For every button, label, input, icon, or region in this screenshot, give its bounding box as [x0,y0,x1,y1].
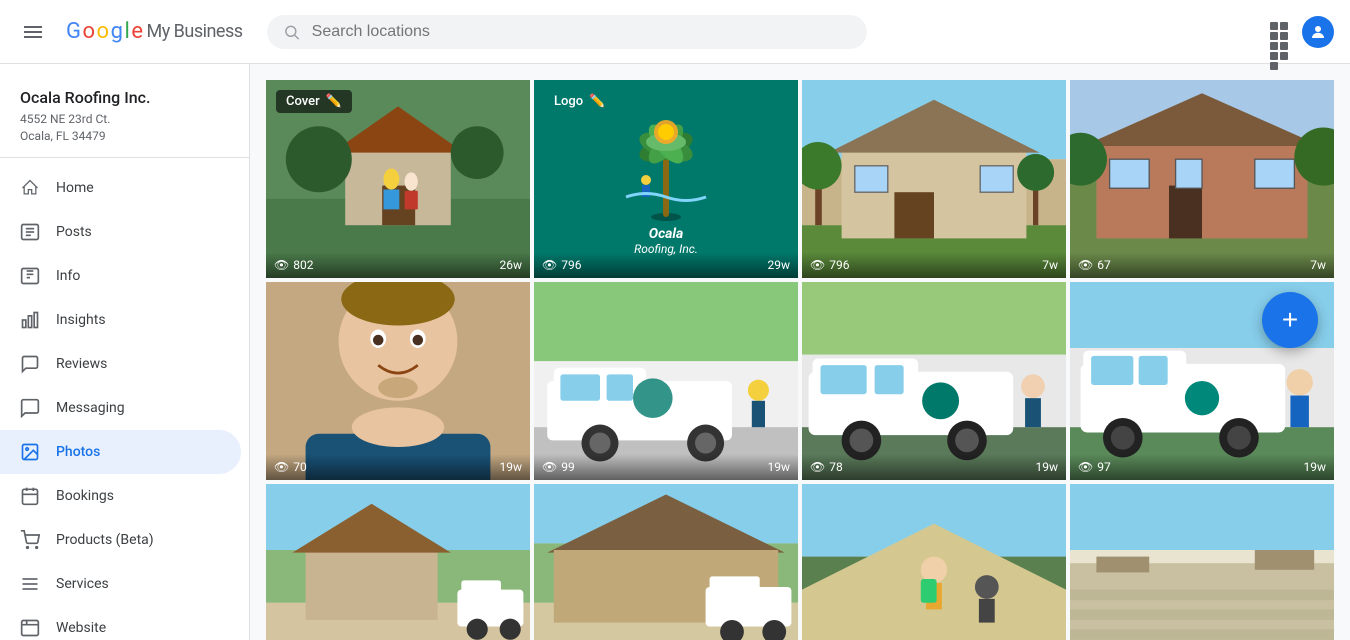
house1-views: 👁 796 [810,258,849,272]
truck3-age: 19w [1303,460,1326,474]
photo-house2[interactable]: 👁 67 7w [1070,80,1334,278]
sidebar-item-photos[interactable]: Photos [0,430,241,474]
sidebar-item-label-posts: Posts [56,224,92,240]
sidebar-item-label-services: Services [56,576,109,592]
bookings-icon [20,486,40,506]
google-logo: Google My Business [66,19,243,44]
person-views: 👁 70 [274,460,307,474]
logo-badge[interactable]: Logo ✏️ [544,90,615,113]
photo-house1[interactable]: 👁 796 7w [802,80,1066,278]
photo-truck1[interactable]: 👁 99 19w [534,282,798,480]
truck2-overlay: 👁 78 19w [802,454,1066,480]
photo-cover[interactable]: Cover ✏️ 👁 802 26w [266,80,530,278]
sidebar-item-website[interactable]: Website [0,606,241,640]
logo-views: 👁 796 [542,258,581,272]
photo-roof4[interactable] [1070,484,1334,640]
posts-icon [20,222,40,242]
house1-art [802,80,1066,278]
logo-overlay: 👁 796 29w [534,252,798,278]
search-input[interactable] [312,23,851,41]
home-icon [20,178,40,198]
house2-overlay: 👁 67 7w [1070,252,1334,278]
sidebar-item-label-website: Website [56,620,106,636]
apps-icon[interactable] [1270,22,1290,42]
search-icon [283,23,300,41]
photos-content: Cover ✏️ 👁 802 26w [250,64,1350,640]
truck3-views: 👁 97 [1078,460,1111,474]
photos-icon [20,442,40,462]
truck2-art [802,282,1066,480]
house1-overlay: 👁 796 7w [802,252,1066,278]
sidebar-item-label-insights: Insights [56,312,106,328]
cover-badge[interactable]: Cover ✏️ [276,90,352,113]
sidebar-item-info[interactable]: Info [0,254,241,298]
truck2-age: 19w [1035,460,1058,474]
sidebar-item-home[interactable]: Home [0,166,241,210]
website-icon [20,618,40,638]
truck1-age: 19w [767,460,790,474]
person-age: 19w [499,460,522,474]
sidebar-item-label-messaging: Messaging [56,400,125,416]
sidebar-item-label-home: Home [56,180,94,196]
photo-truck2[interactable]: 👁 78 19w [802,282,1066,480]
cover-age: 26w [499,258,522,272]
photo-roof3[interactable] [802,484,1066,640]
person-overlay: 👁 70 19w [266,454,530,480]
sidebar-item-reviews[interactable]: Reviews [0,342,241,386]
app-header: Google My Business [0,0,1350,64]
truck1-art [534,282,798,480]
sidebar-item-label-products: Products (Beta) [56,532,154,548]
messaging-icon [20,398,40,418]
products-icon [20,530,40,550]
hamburger-menu[interactable] [16,15,50,49]
person-art [266,282,530,480]
sidebar-item-label-info: Info [56,268,80,284]
main-layout: Ocala Roofing Inc. 4552 NE 23rd Ct. Ocal… [0,64,1350,640]
truck1-overlay: 👁 99 19w [534,454,798,480]
roof1-art [266,484,530,640]
house1-age: 7w [1042,258,1058,272]
services-icon [20,574,40,594]
sidebar-item-label-photos: Photos [56,444,100,460]
roof4-art [1070,484,1334,640]
header-actions [1270,16,1334,48]
business-address: 4552 NE 23rd Ct. Ocala, FL 34479 [20,111,229,145]
business-info: Ocala Roofing Inc. 4552 NE 23rd Ct. Ocal… [0,72,249,158]
roof3-art [802,484,1066,640]
photo-person[interactable]: 👁 70 19w [266,282,530,480]
sidebar-item-messaging[interactable]: Messaging [0,386,241,430]
house2-views: 👁 67 [1078,258,1111,272]
photo-roof1[interactable] [266,484,530,640]
reviews-icon [20,354,40,374]
sidebar-item-insights[interactable]: Insights [0,298,241,342]
logo-company-name: Ocala [634,226,698,242]
business-name: Ocala Roofing Inc. [20,88,229,107]
brand-name: My Business [146,21,242,42]
insights-icon [20,310,40,330]
photo-logo[interactable]: Ocala Roofing, Inc. Logo ✏️ 👁 796 29w [534,80,798,278]
cover-views: 👁 802 [274,258,313,272]
sidebar-item-bookings[interactable]: Bookings [0,474,241,518]
info-icon [20,266,40,286]
sidebar-item-posts[interactable]: Posts [0,210,241,254]
truck3-overlay: 👁 97 19w [1070,454,1334,480]
truck2-views: 👁 78 [810,460,843,474]
photo-roof2[interactable] [534,484,798,640]
add-photo-fab[interactable]: + [1262,292,1318,348]
photo-grid: Cover ✏️ 👁 802 26w [266,80,1334,640]
sidebar-item-label-reviews: Reviews [56,356,107,372]
sidebar-item-label-bookings: Bookings [56,488,114,504]
sidebar-item-services[interactable]: Services [0,562,241,606]
house2-art [1070,80,1334,278]
user-avatar[interactable] [1302,16,1334,48]
roof2-art [534,484,798,640]
logo-age: 29w [767,258,790,272]
sidebar: Ocala Roofing Inc. 4552 NE 23rd Ct. Ocal… [0,64,250,640]
house2-age: 7w [1310,258,1326,272]
truck1-views: 👁 99 [542,460,575,474]
search-bar[interactable] [267,15,867,49]
cover-overlay: 👁 802 26w [266,252,530,278]
sidebar-item-products[interactable]: Products (Beta) [0,518,241,562]
